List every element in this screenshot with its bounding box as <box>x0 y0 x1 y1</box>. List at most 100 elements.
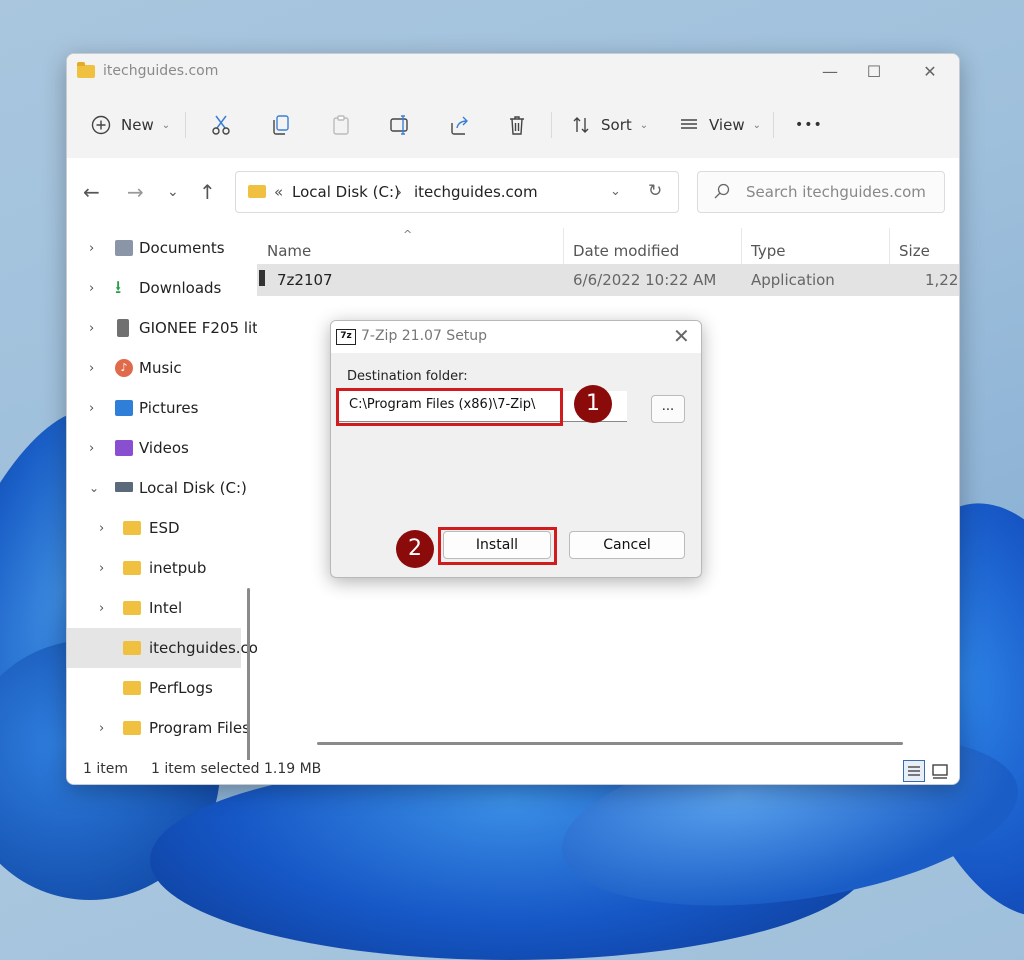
pictures-icon <box>115 400 133 416</box>
sidebar-item-label: Local Disk (C:) <box>139 479 247 497</box>
delete-button[interactable] <box>507 110 527 140</box>
sidebar-item-local-disk[interactable]: ⌄ Local Disk (C:) <box>67 468 241 508</box>
chevron-right-icon[interactable]: › <box>99 561 104 576</box>
selection-info: 1 item selected 1.19 MB <box>151 761 321 777</box>
sidebar-item-label: GIONEE F205 lit <box>139 319 257 337</box>
chevron-right-icon[interactable]: › <box>99 721 104 736</box>
sidebar-item-label: Videos <box>139 439 189 457</box>
sidebar-item-program-files[interactable]: › Program Files <box>67 708 241 748</box>
chevron-right-icon[interactable]: › <box>89 281 94 296</box>
folder-icon <box>77 65 95 78</box>
copy-icon <box>271 114 291 136</box>
file-date: 6/6/2022 10:22 AM <box>573 271 716 289</box>
sidebar-item-esd[interactable]: › ESD <box>67 508 241 548</box>
phone-icon <box>117 319 129 337</box>
address-bar[interactable]: « Local Disk (C:) › itechguides.com ⌄ ↻ <box>235 171 679 213</box>
chevron-down-icon[interactable]: ⌄ <box>89 481 99 495</box>
sidebar-item-phone[interactable]: › GIONEE F205 lit <box>67 308 241 348</box>
application-icon <box>259 270 265 286</box>
sort-button[interactable]: Sort ⌄ <box>571 110 648 140</box>
column-divider[interactable] <box>563 228 564 266</box>
maximize-button[interactable]: ☐ <box>851 60 897 86</box>
rename-button[interactable] <box>389 110 411 140</box>
step-badge-1: 1 <box>574 385 612 423</box>
folder-icon <box>123 521 141 535</box>
column-divider[interactable] <box>741 228 742 266</box>
cut-button[interactable] <box>211 110 231 140</box>
column-header-name[interactable]: Name <box>267 242 311 260</box>
navigation-pane: › Documents › ⭳ Downloads › GIONEE F205 … <box>67 228 257 760</box>
sidebar-scrollbar[interactable] <box>247 588 250 760</box>
forward-arrow-icon[interactable]: → <box>127 180 144 204</box>
chevron-right-icon[interactable]: › <box>89 361 94 376</box>
new-label: New <box>121 116 154 134</box>
sidebar-item-label: itechguides.co <box>149 639 257 657</box>
column-divider[interactable] <box>889 228 890 266</box>
status-bar: 1 item 1 item selected 1.19 MB <box>67 760 959 784</box>
navigation-bar: ← → ⌄ ↑ « Local Disk (C:) › itechguides.… <box>67 158 959 228</box>
new-button[interactable]: New ⌄ <box>91 110 170 140</box>
paste-button[interactable] <box>331 110 351 140</box>
sidebar-item-inetpub[interactable]: › inetpub <box>67 548 241 588</box>
sort-label: Sort <box>601 116 632 134</box>
column-header-date[interactable]: Date modified <box>573 242 679 260</box>
folder-icon <box>123 681 141 695</box>
music-icon: ♪ <box>115 359 133 377</box>
up-arrow-icon[interactable]: ↑ <box>199 180 216 204</box>
search-box[interactable]: Search itechguides.com <box>697 171 945 213</box>
drive-icon <box>115 482 133 492</box>
sidebar-item-downloads[interactable]: › ⭳ Downloads <box>67 268 241 308</box>
rename-icon <box>389 114 411 136</box>
dialog-close-button[interactable]: ✕ <box>673 324 690 348</box>
chevron-right-icon[interactable]: › <box>89 321 94 336</box>
title-bar: itechguides.com — ☐ ✕ <box>67 54 959 90</box>
horizontal-scrollbar[interactable] <box>317 742 903 745</box>
share-button[interactable] <box>449 110 471 140</box>
breadcrumb-current[interactable]: itechguides.com <box>414 183 538 201</box>
breadcrumb-local-disk[interactable]: Local Disk (C:) <box>292 183 400 201</box>
minimize-button[interactable]: — <box>807 60 853 86</box>
chevron-right-icon[interactable]: › <box>89 241 94 256</box>
window-title: itechguides.com <box>103 63 218 79</box>
dialog-title-bar: 7z 7-Zip 21.07 Setup ✕ <box>331 321 701 353</box>
tiles-view-button[interactable] <box>929 760 951 782</box>
sidebar-item-pictures[interactable]: › Pictures <box>67 388 241 428</box>
view-list-icon <box>679 115 699 135</box>
more-options-button[interactable]: ••• <box>795 110 823 140</box>
sidebar-item-perflogs[interactable]: PerfLogs <box>67 668 241 708</box>
sidebar-item-itechguides[interactable]: itechguides.co <box>67 628 241 668</box>
share-icon <box>449 114 471 136</box>
refresh-icon[interactable]: ↻ <box>648 181 662 201</box>
search-placeholder: Search itechguides.com <box>746 183 926 201</box>
chevron-right-icon[interactable]: › <box>99 521 104 536</box>
table-row[interactable]: 7z2107 6/6/2022 10:22 AM Application 1,2… <box>257 264 959 296</box>
browse-button[interactable]: ... <box>651 395 685 423</box>
cancel-button[interactable]: Cancel <box>569 531 685 559</box>
chevron-right-icon[interactable]: › <box>89 401 94 416</box>
view-button[interactable]: View ⌄ <box>679 110 761 140</box>
details-view-button[interactable] <box>903 760 925 782</box>
breadcrumb-overflow[interactable]: « <box>274 183 283 201</box>
divider <box>551 112 552 138</box>
folder-icon <box>123 641 141 655</box>
chevron-down-icon[interactable]: ⌄ <box>610 184 621 199</box>
column-header-type[interactable]: Type <box>751 242 785 260</box>
view-label: View <box>709 116 745 134</box>
back-arrow-icon[interactable]: ← <box>83 180 100 204</box>
chevron-down-icon: ⌄ <box>753 120 761 131</box>
sidebar-item-music[interactable]: › ♪ Music <box>67 348 241 388</box>
sidebar-item-label: ESD <box>149 519 180 537</box>
recent-chevron-icon[interactable]: ⌄ <box>167 180 179 204</box>
sidebar-item-documents[interactable]: › Documents <box>67 228 241 268</box>
column-header-size[interactable]: Size <box>899 242 930 260</box>
command-bar: New ⌄ <box>67 90 959 159</box>
chevron-right-icon[interactable]: › <box>89 441 94 456</box>
sidebar-item-intel[interactable]: › Intel <box>67 588 241 628</box>
copy-button[interactable] <box>271 110 291 140</box>
sidebar-item-label: Music <box>139 359 182 377</box>
trash-icon <box>507 114 527 136</box>
close-button[interactable]: ✕ <box>907 60 953 86</box>
file-size: 1,227 <box>925 271 960 289</box>
chevron-right-icon[interactable]: › <box>99 601 104 616</box>
sidebar-item-videos[interactable]: › Videos <box>67 428 241 468</box>
